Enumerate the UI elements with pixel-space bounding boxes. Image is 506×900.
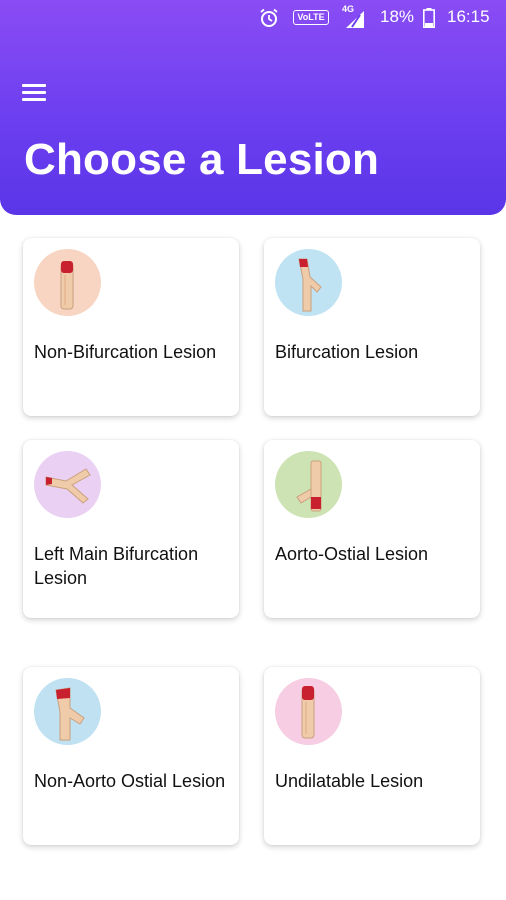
bifurcation-vessel-icon bbox=[275, 249, 342, 316]
lesion-card-label: Left Main Bifurcation Lesion bbox=[34, 544, 199, 588]
undilatable-vessel-icon bbox=[275, 678, 342, 745]
app-header: VoLTE 4G 18% 16:15 Choose a Lesion bbox=[0, 0, 506, 215]
battery-icon bbox=[423, 8, 435, 28]
left-main-vessel-icon bbox=[34, 451, 101, 518]
lesion-card-aorto-ostial[interactable]: Aorto-Ostial Lesion bbox=[264, 440, 480, 618]
status-time: 16:15 bbox=[447, 7, 490, 26]
signal-icon bbox=[346, 11, 364, 28]
lesion-card-label: Non-Bifurcation Lesion bbox=[34, 342, 217, 362]
lesion-card-bifurcation[interactable]: Bifurcation Lesion bbox=[264, 238, 480, 416]
lesion-card-label: Undilatable Lesion bbox=[275, 771, 424, 791]
page-title: Choose a Lesion bbox=[24, 135, 380, 184]
battery-percentage: 18% bbox=[380, 7, 415, 26]
volte-icon: VoLTE bbox=[293, 10, 329, 25]
straight-vessel-icon bbox=[34, 249, 101, 316]
lesion-card-non-bifurcation[interactable]: Non-Bifurcation Lesion bbox=[23, 238, 239, 416]
lesion-card-label: Bifurcation Lesion bbox=[275, 342, 419, 362]
alarm-icon bbox=[260, 8, 278, 27]
non-aorto-ostial-vessel-icon bbox=[34, 678, 101, 745]
aorto-ostial-vessel-icon bbox=[275, 451, 342, 518]
lesion-card-undilatable[interactable]: Undilatable Lesion bbox=[264, 667, 480, 845]
hamburger-menu-icon[interactable] bbox=[20, 80, 50, 106]
status-bar: VoLTE 4G 18% 16:15 bbox=[0, 0, 506, 36]
lesion-card-label: Aorto-Ostial Lesion bbox=[275, 544, 429, 564]
lesion-card-left-main-bifurcation[interactable]: Left Main Bifurcation Lesion bbox=[23, 440, 239, 618]
lesion-card-label: Non-Aorto Ostial Lesion bbox=[34, 771, 226, 791]
lesion-card-non-aorto-ostial[interactable]: Non-Aorto Ostial Lesion bbox=[23, 667, 239, 845]
